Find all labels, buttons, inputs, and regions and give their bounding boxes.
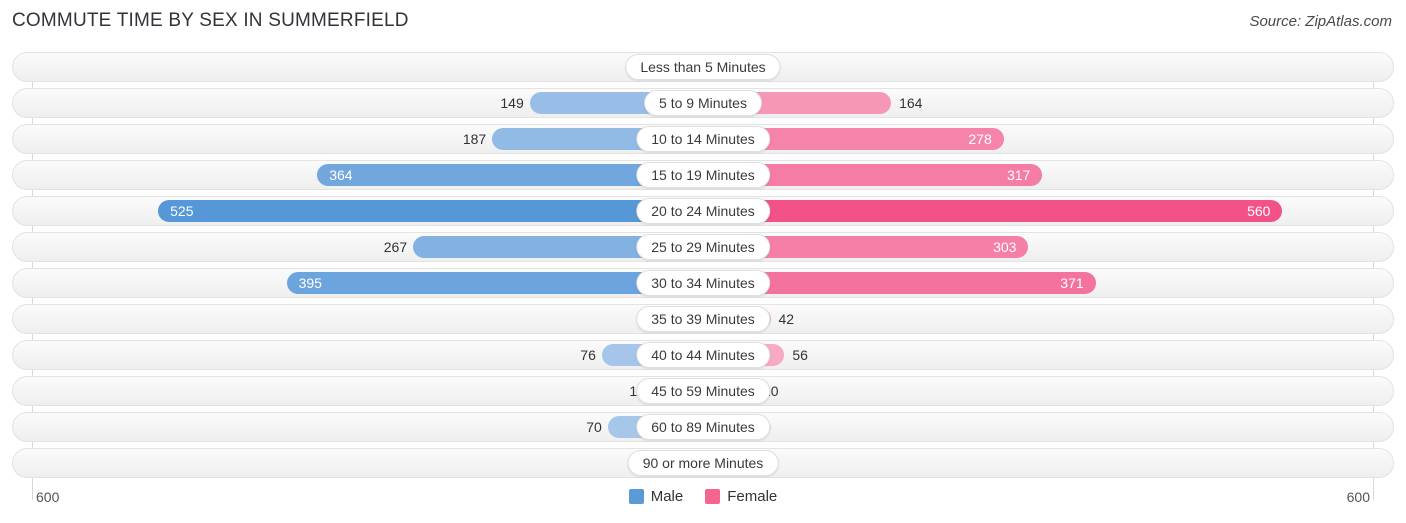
chart-row: 76 56 40 to 44 Minutes [12, 340, 1394, 370]
value-label-male: 267 [383, 239, 408, 255]
category-label[interactable]: 90 or more Minutes [627, 450, 779, 476]
category-label[interactable]: 40 to 44 Minutes [636, 342, 770, 368]
value-label-female: 278 [968, 131, 992, 147]
value-label-female: 303 [993, 239, 1017, 255]
category-label[interactable]: 35 to 39 Minutes [636, 306, 770, 332]
chart-row: 267 303 25 to 29 Minutes [12, 232, 1394, 262]
value-label-male: 76 [580, 347, 596, 363]
value-label-male: 395 [298, 275, 322, 291]
legend-swatch-female [705, 489, 721, 504]
value-label-female: 42 [778, 311, 795, 327]
value-label-female: 56 [792, 347, 808, 363]
value-label-male: 70 [586, 419, 602, 435]
category-label[interactable]: 30 to 34 Minutes [636, 270, 770, 296]
chart-legend: Male Female [0, 488, 1406, 505]
category-label[interactable]: 45 to 59 Minutes [636, 378, 770, 404]
chart-row: 149 164 5 to 9 Minutes [12, 88, 1394, 118]
chart-row: 364 317 15 to 19 Minutes [12, 160, 1394, 190]
category-label[interactable]: 25 to 29 Minutes [636, 234, 770, 260]
chart-plot-area: 128Less than 5 Minutes 149 164 5 to 9 Minut… [12, 52, 1394, 500]
value-label-male: 187 [462, 131, 487, 147]
value-label-male: 525 [170, 203, 194, 219]
chart-row: 395 371 30 to 34 Minutes [12, 268, 1394, 298]
bar-female[interactable] [703, 200, 1283, 222]
chart-row: 26090 or more Minutes [12, 448, 1394, 478]
value-label-female: 560 [1247, 203, 1271, 219]
category-label[interactable]: 5 to 9 Minutes [644, 90, 762, 116]
legend-item-male[interactable]: Male [628, 488, 684, 505]
chart-row: 187 278 10 to 14 Minutes [12, 124, 1394, 154]
category-label[interactable]: 60 to 89 Minutes [636, 414, 770, 440]
chart-row: 70060 to 89 Minutes [12, 412, 1394, 442]
chart-row: 128Less than 5 Minutes [12, 52, 1394, 82]
value-label-female: 371 [1060, 275, 1084, 291]
value-label-male: 149 [500, 95, 524, 111]
legend-swatch-male [628, 489, 644, 504]
value-label-female: 164 [899, 95, 923, 111]
bar-gloss [703, 200, 1283, 222]
legend-label-female: Female [727, 488, 778, 505]
chart-row: 525 560 20 to 24 Minutes [12, 196, 1394, 226]
source-attribution: Source: ZipAtlas.com [1249, 13, 1392, 30]
bar-gloss [158, 200, 703, 222]
chart-row: 171045 to 59 Minutes [12, 376, 1394, 406]
value-label-female: 317 [1006, 167, 1031, 183]
category-label[interactable]: Less than 5 Minutes [625, 54, 781, 80]
legend-label-male: Male [650, 488, 684, 505]
category-label[interactable]: 20 to 24 Minutes [636, 198, 770, 224]
category-label[interactable]: 15 to 19 Minutes [636, 162, 770, 188]
bar-male[interactable] [158, 200, 703, 222]
page-title: COMMUTE TIME BY SEX IN SUMMERFIELD [12, 10, 409, 31]
value-label-male: 364 [329, 167, 353, 183]
category-label[interactable]: 10 to 14 Minutes [636, 126, 770, 152]
legend-item-female[interactable]: Female [705, 488, 777, 505]
chart-row: 84235 to 39 Minutes [12, 304, 1394, 334]
